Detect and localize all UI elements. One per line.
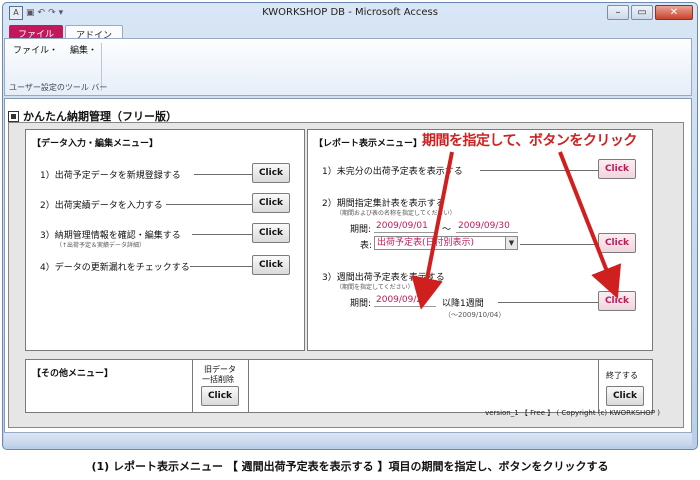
arrow-to-click-button — [558, 151, 622, 299]
figure-caption: (1) レポート表示メニュー 【 週間出荷予定表を表示する 】項目の期間を指定し… — [91, 460, 609, 473]
annotation-arrows — [411, 151, 622, 310]
arrow-to-date-field — [411, 151, 454, 310]
